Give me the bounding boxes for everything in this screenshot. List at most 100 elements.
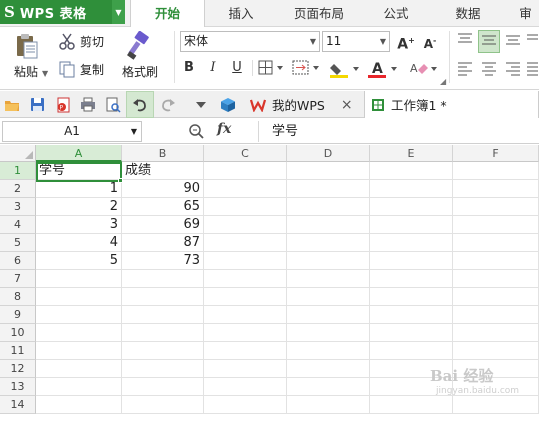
cut-button[interactable]: 剪切: [58, 32, 104, 50]
cell-a5[interactable]: 4: [36, 234, 122, 252]
row-header-9[interactable]: 9: [0, 306, 36, 324]
cell-b12[interactable]: [122, 360, 204, 378]
cell-a9[interactable]: [36, 306, 122, 324]
cell-c14[interactable]: [204, 396, 287, 414]
cell-b6[interactable]: 73: [122, 252, 204, 270]
cell-e2[interactable]: [370, 180, 453, 198]
cell-f2[interactable]: [453, 180, 539, 198]
close-icon[interactable]: ×: [341, 97, 353, 113]
cell-a14[interactable]: [36, 396, 122, 414]
undo-button[interactable]: [126, 91, 154, 118]
row-header-11[interactable]: 11: [0, 342, 36, 360]
cell-f4[interactable]: [453, 216, 539, 234]
cell-f10[interactable]: [453, 324, 539, 342]
cell-c9[interactable]: [204, 306, 287, 324]
cell-d6[interactable]: [287, 252, 370, 270]
align-top-button[interactable]: [456, 31, 474, 50]
print-icon[interactable]: [79, 96, 96, 113]
row-header-4[interactable]: 4: [0, 216, 36, 234]
cell-f8[interactable]: [453, 288, 539, 306]
cell-e7[interactable]: [370, 270, 453, 288]
tab-data[interactable]: 数据: [440, 0, 496, 27]
border-button[interactable]: [258, 60, 286, 79]
format-painter-button[interactable]: 格式刷: [116, 31, 164, 80]
cell-a2[interactable]: 1: [36, 180, 122, 198]
justify-button[interactable]: [526, 60, 539, 79]
cloud-box-icon[interactable]: [219, 96, 236, 113]
row-header-1[interactable]: 1: [0, 162, 36, 180]
tab-insert[interactable]: 插入: [213, 0, 269, 27]
cell-e9[interactable]: [370, 306, 453, 324]
bold-button[interactable]: B: [180, 59, 198, 77]
select-all-corner[interactable]: [0, 145, 36, 162]
column-header-a[interactable]: A: [36, 145, 122, 162]
cell-f9[interactable]: [453, 306, 539, 324]
column-header-d[interactable]: D: [287, 145, 370, 162]
cell-a1[interactable]: 学号: [36, 162, 122, 180]
row-header-10[interactable]: 10: [0, 324, 36, 342]
cell-e5[interactable]: [370, 234, 453, 252]
cell-d8[interactable]: [287, 288, 370, 306]
customize-toolbar-dropdown-icon[interactable]: [192, 96, 209, 113]
cell-b14[interactable]: [122, 396, 204, 414]
cell-d2[interactable]: [287, 180, 370, 198]
open-folder-icon[interactable]: [3, 96, 20, 113]
cell-b5[interactable]: 87: [122, 234, 204, 252]
cell-e10[interactable]: [370, 324, 453, 342]
cell-c7[interactable]: [204, 270, 287, 288]
cell-e6[interactable]: [370, 252, 453, 270]
export-pdf-icon[interactable]: P: [54, 96, 71, 113]
cell-c5[interactable]: [204, 234, 287, 252]
cell-a10[interactable]: [36, 324, 122, 342]
align-bottom-button[interactable]: [504, 31, 522, 50]
doc-tab-my-wps[interactable]: 我的WPS ×: [246, 91, 364, 118]
cell-b8[interactable]: [122, 288, 204, 306]
clear-format-button[interactable]: A: [408, 60, 440, 81]
column-header-f[interactable]: F: [453, 145, 539, 162]
cell-c13[interactable]: [204, 378, 287, 396]
italic-button[interactable]: I: [204, 59, 222, 77]
tab-page-layout[interactable]: 页面布局: [281, 0, 357, 27]
row-header-5[interactable]: 5: [0, 234, 36, 252]
cell-c2[interactable]: [204, 180, 287, 198]
cell-f5[interactable]: [453, 234, 539, 252]
app-menu-button[interactable]: S WPS 表格: [0, 0, 125, 24]
cell-b9[interactable]: [122, 306, 204, 324]
insert-function-button[interactable]: fx: [217, 121, 231, 137]
font-size-select[interactable]: 11 ▼: [322, 31, 390, 52]
cell-c10[interactable]: [204, 324, 287, 342]
cell-a3[interactable]: 2: [36, 198, 122, 216]
cell-d3[interactable]: [287, 198, 370, 216]
font-dialog-launcher-icon[interactable]: ◢: [440, 77, 446, 86]
row-header-7[interactable]: 7: [0, 270, 36, 288]
cell-b4[interactable]: 69: [122, 216, 204, 234]
print-preview-icon[interactable]: [104, 96, 121, 113]
zoom-search-icon[interactable]: [188, 123, 205, 143]
cell-d13[interactable]: [287, 378, 370, 396]
tab-review[interactable]: 审: [512, 0, 539, 27]
column-header-c[interactable]: C: [204, 145, 287, 162]
row-header-2[interactable]: 2: [0, 180, 36, 198]
row-header-8[interactable]: 8: [0, 288, 36, 306]
cell-c12[interactable]: [204, 360, 287, 378]
cell-f7[interactable]: [453, 270, 539, 288]
cell-e14[interactable]: [370, 396, 453, 414]
cell-b2[interactable]: 90: [122, 180, 204, 198]
cell-d11[interactable]: [287, 342, 370, 360]
paste-button[interactable]: 粘贴: [6, 31, 46, 80]
row-header-13[interactable]: 13: [0, 378, 36, 396]
cell-e11[interactable]: [370, 342, 453, 360]
more-align-button[interactable]: [526, 31, 539, 50]
cell-d7[interactable]: [287, 270, 370, 288]
cell-f1[interactable]: [453, 162, 539, 180]
cell-a6[interactable]: 5: [36, 252, 122, 270]
cell-e3[interactable]: [370, 198, 453, 216]
copy-button[interactable]: 复制: [58, 60, 104, 78]
align-left-button[interactable]: [456, 60, 474, 79]
cell-f11[interactable]: [453, 342, 539, 360]
font-name-select[interactable]: 宋体 ▼: [180, 31, 320, 52]
tab-home[interactable]: 开始: [130, 0, 205, 28]
cell-a12[interactable]: [36, 360, 122, 378]
column-header-b[interactable]: B: [122, 145, 204, 162]
cell-d4[interactable]: [287, 216, 370, 234]
